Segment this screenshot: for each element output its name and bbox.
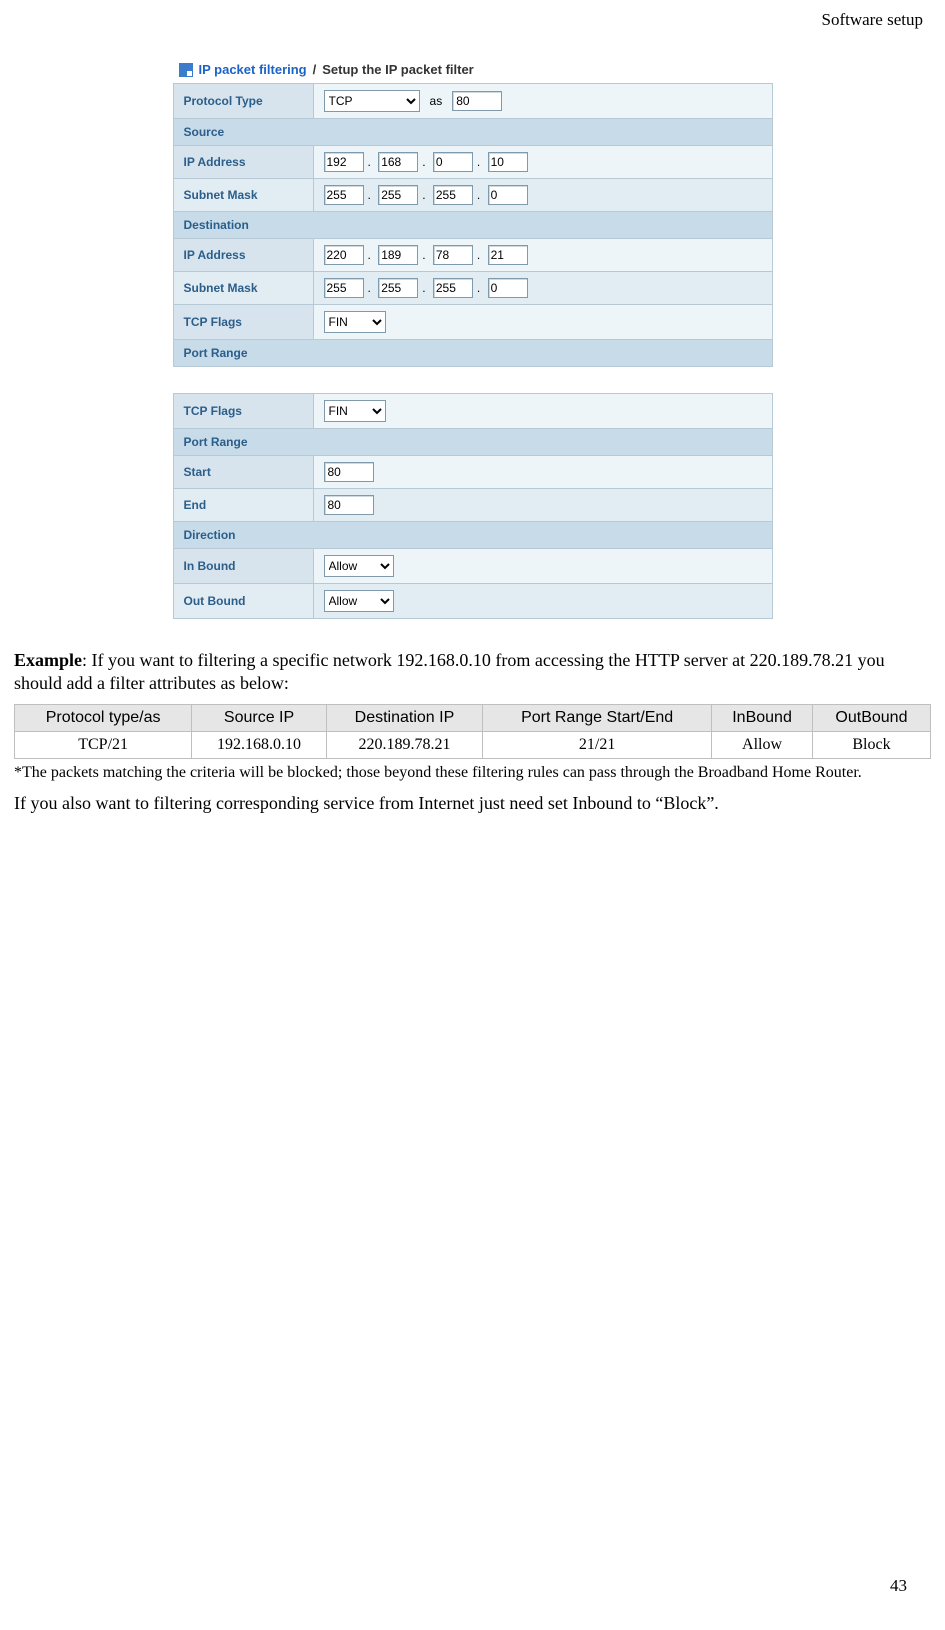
src-mask-3[interactable] <box>433 185 473 205</box>
rules-c4: Allow <box>712 731 813 758</box>
example-prefix: Example <box>14 650 82 670</box>
rules-c5: Block <box>812 731 930 758</box>
rules-c1: 192.168.0.10 <box>192 731 327 758</box>
rules-h2: Destination IP <box>326 705 482 732</box>
start-input[interactable] <box>324 462 374 482</box>
dst-mask-cell: . . . <box>313 272 772 305</box>
src-ip-3[interactable] <box>433 152 473 172</box>
config-figure: IP packet filtering / Setup the IP packe… <box>173 58 773 619</box>
dst-mask-4[interactable] <box>488 278 528 298</box>
filter-form-lower: TCP Flags FIN Port Range Start End Direc… <box>173 393 773 619</box>
as-input[interactable] <box>452 91 502 111</box>
end-input[interactable] <box>324 495 374 515</box>
tcpflags-select-2[interactable]: FIN <box>324 400 386 422</box>
src-ip-cell: . . . <box>313 146 772 179</box>
tcpflags-label-2: TCP Flags <box>173 394 313 429</box>
end-label: End <box>173 489 313 522</box>
tcpflags-label-1: TCP Flags <box>173 305 313 340</box>
tcpflags-select-1[interactable]: FIN <box>324 311 386 333</box>
src-mask-label: Subnet Mask <box>173 179 313 212</box>
breadcrumb-title: Setup the IP packet filter <box>322 62 473 77</box>
example-paragraph: Example: If you want to filtering a spec… <box>14 649 931 694</box>
panel-breadcrumb: IP packet filtering / Setup the IP packe… <box>173 58 773 83</box>
closing-paragraph: If you also want to filtering correspond… <box>14 792 931 815</box>
dst-mask-label: Subnet Mask <box>173 272 313 305</box>
dst-mask-1[interactable] <box>324 278 364 298</box>
outbound-label: Out Bound <box>173 584 313 619</box>
inbound-label: In Bound <box>173 549 313 584</box>
panel-icon <box>179 63 193 77</box>
header-section: Software setup <box>14 10 931 30</box>
tcpflags-cell-2: FIN <box>313 394 772 429</box>
port-range-header-2: Port Range <box>173 429 772 456</box>
outbound-select[interactable]: Allow <box>324 590 394 612</box>
rules-c3: 21/21 <box>483 731 712 758</box>
src-ip-4[interactable] <box>488 152 528 172</box>
rules-c2: 220.189.78.21 <box>326 731 482 758</box>
src-ip-1[interactable] <box>324 152 364 172</box>
src-mask-2[interactable] <box>378 185 418 205</box>
footnote: *The packets matching the criteria will … <box>14 763 931 782</box>
rules-c0: TCP/21 <box>15 731 192 758</box>
protocol-type-cell: TCP as <box>313 84 772 119</box>
breadcrumb-sep: / <box>313 62 317 77</box>
dst-ip-4[interactable] <box>488 245 528 265</box>
start-label: Start <box>173 456 313 489</box>
protocol-type-select[interactable]: TCP <box>324 90 420 112</box>
rules-h1: Source IP <box>192 705 327 732</box>
filter-form-upper: Protocol Type TCP as Source IP Address .… <box>173 83 773 367</box>
source-header: Source <box>173 119 772 146</box>
dst-mask-3[interactable] <box>433 278 473 298</box>
inbound-select[interactable]: Allow <box>324 555 394 577</box>
tcpflags-cell-1: FIN <box>313 305 772 340</box>
dst-ip-cell: . . . <box>313 239 772 272</box>
example-text: : If you want to filtering a specific ne… <box>14 650 885 693</box>
page-number: 43 <box>890 1576 907 1596</box>
dst-ip-1[interactable] <box>324 245 364 265</box>
src-ip-label: IP Address <box>173 146 313 179</box>
rules-table: Protocol type/as Source IP Destination I… <box>14 704 931 759</box>
src-mask-cell: . . . <box>313 179 772 212</box>
src-mask-4[interactable] <box>488 185 528 205</box>
src-ip-2[interactable] <box>378 152 418 172</box>
breadcrumb-link[interactable]: IP packet filtering <box>199 62 307 77</box>
src-mask-1[interactable] <box>324 185 364 205</box>
as-label: as <box>430 94 443 108</box>
dst-ip-2[interactable] <box>378 245 418 265</box>
rules-h0: Protocol type/as <box>15 705 192 732</box>
protocol-type-label: Protocol Type <box>173 84 313 119</box>
dest-header: Destination <box>173 212 772 239</box>
dst-mask-2[interactable] <box>378 278 418 298</box>
rules-h4: InBound <box>712 705 813 732</box>
port-range-header-1: Port Range <box>173 340 772 367</box>
rules-h3: Port Range Start/End <box>483 705 712 732</box>
dst-ip-label: IP Address <box>173 239 313 272</box>
direction-header: Direction <box>173 522 772 549</box>
dst-ip-3[interactable] <box>433 245 473 265</box>
rules-h5: OutBound <box>812 705 930 732</box>
